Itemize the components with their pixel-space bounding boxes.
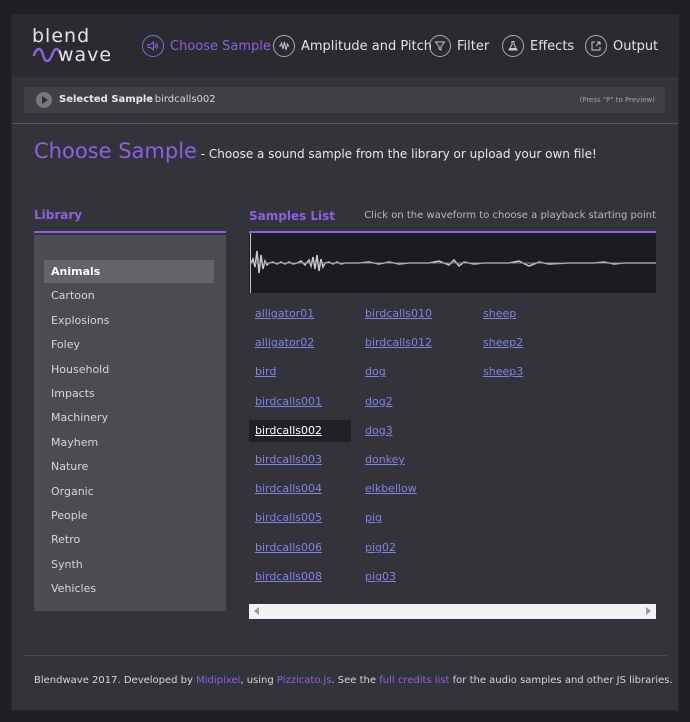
funnel-icon (429, 35, 451, 57)
divider (12, 123, 678, 124)
nav-label: Output (613, 38, 659, 54)
flask-icon (502, 35, 524, 57)
library-title: Library (34, 208, 83, 222)
selected-sample-bar: Selected Sample : birdcalls002 (Press "P… (24, 87, 665, 113)
samples-list-title: Samples List (249, 209, 336, 223)
waveform-hint: Click on the waveform to choose a playba… (364, 210, 656, 221)
sample-link[interactable]: alligator02 (249, 332, 314, 354)
library-item[interactable]: Impacts (44, 382, 214, 405)
library-item[interactable]: Synth (44, 553, 214, 576)
waveform-icon (273, 35, 295, 57)
library-item[interactable]: Organic (44, 480, 214, 503)
sample-link[interactable]: birdcalls008 (249, 566, 322, 588)
sample-link[interactable]: birdcalls010 (359, 303, 432, 325)
nav-output[interactable]: Output (585, 34, 658, 58)
blendwave-logo[interactable]: blend wave (32, 25, 111, 65)
credits-link[interactable]: full credits list (379, 675, 449, 686)
page-title: Choose Sample (34, 139, 197, 163)
library-underline (34, 231, 226, 233)
pizzicato-link[interactable]: Pizzicato.js (277, 675, 332, 686)
sample-link[interactable]: birdcalls001 (249, 391, 322, 413)
sample-link[interactable]: sheep2 (477, 332, 523, 354)
nav-choose-sample[interactable]: Choose Sample (142, 34, 271, 58)
midipixel-link[interactable]: Midipixel (196, 675, 240, 686)
scroll-left-icon[interactable] (254, 607, 259, 615)
sample-link[interactable]: pig03 (359, 566, 396, 588)
sample-link[interactable]: pig02 (359, 537, 396, 559)
sample-link[interactable]: pig (359, 507, 382, 529)
library-item[interactable]: Household (44, 358, 214, 381)
library-panel: Animals Cartoon Explosions Foley Household Im… (34, 235, 226, 611)
sample-link[interactable]: birdcalls012 (359, 332, 432, 354)
nav-filter[interactable]: Filter (429, 34, 489, 58)
horizontal-scrollbar[interactable] (249, 604, 656, 619)
preview-hint: (Press "P" to Preview) (579, 96, 656, 104)
sample-link[interactable]: bird (249, 361, 276, 383)
waveform-graphic (250, 250, 656, 274)
sample-link[interactable]: birdcalls006 (249, 537, 322, 559)
sample-link[interactable]: dog3 (359, 420, 393, 442)
scroll-right-icon[interactable] (646, 607, 651, 615)
sample-link[interactable]: sheep (477, 303, 516, 325)
sample-link[interactable]: donkey (359, 449, 405, 471)
logo-text-bottom: wave (58, 44, 113, 66)
footer-divider (23, 655, 667, 656)
library-item[interactable]: Machinery (44, 406, 214, 429)
play-button[interactable] (36, 92, 52, 108)
selected-sample-label: Selected Sample (59, 94, 154, 105)
library-item[interactable]: Retro (44, 528, 214, 551)
sample-link[interactable]: birdcalls005 (249, 507, 322, 529)
page-heading: Choose Sample - Choose a sound sample fr… (34, 139, 597, 163)
sample-link[interactable]: elkbellow (359, 478, 417, 500)
library-item[interactable]: Mayhem (44, 431, 214, 454)
footer: Blendwave 2017. Developed by Midipixel, … (34, 675, 673, 686)
library-item[interactable]: Cartoon (44, 284, 214, 307)
library-item[interactable]: Animals (44, 260, 214, 283)
library-item[interactable]: Foley (44, 333, 214, 356)
nav-label: Effects (530, 38, 575, 54)
library-item[interactable]: Nature (44, 455, 214, 478)
nav-effects[interactable]: Effects (502, 34, 574, 58)
sample-link[interactable]: birdcalls004 (249, 478, 322, 500)
selected-sample-value: : birdcalls002 (145, 94, 216, 105)
export-icon (585, 35, 607, 57)
waveform-display[interactable] (249, 233, 656, 293)
sample-link[interactable]: dog2 (359, 391, 393, 413)
sample-link[interactable]: dog (359, 361, 386, 383)
nav-amplitude-pitch[interactable]: Amplitude and Pitch (273, 34, 432, 58)
playback-cursor[interactable] (250, 233, 251, 293)
nav-label: Choose Sample (170, 38, 271, 54)
library-item[interactable]: Explosions (44, 309, 214, 332)
nav-label: Amplitude and Pitch (301, 38, 432, 54)
sample-link[interactable]: birdcalls002 (249, 419, 351, 442)
library-item[interactable]: People (44, 504, 214, 527)
nav-label: Filter (457, 38, 490, 54)
top-navigation: blend wave Choose Sample Amplitude and P… (12, 15, 678, 77)
library-item[interactable]: Vehicles (44, 577, 214, 600)
page-subtitle: - Choose a sound sample from the library… (196, 147, 597, 161)
sample-link[interactable]: alligator01 (249, 303, 314, 325)
speaker-icon (142, 35, 164, 57)
sample-link[interactable]: birdcalls003 (249, 449, 322, 471)
sample-link[interactable]: sheep3 (477, 361, 523, 383)
app-window: blend wave Choose Sample Amplitude and P… (11, 14, 679, 711)
